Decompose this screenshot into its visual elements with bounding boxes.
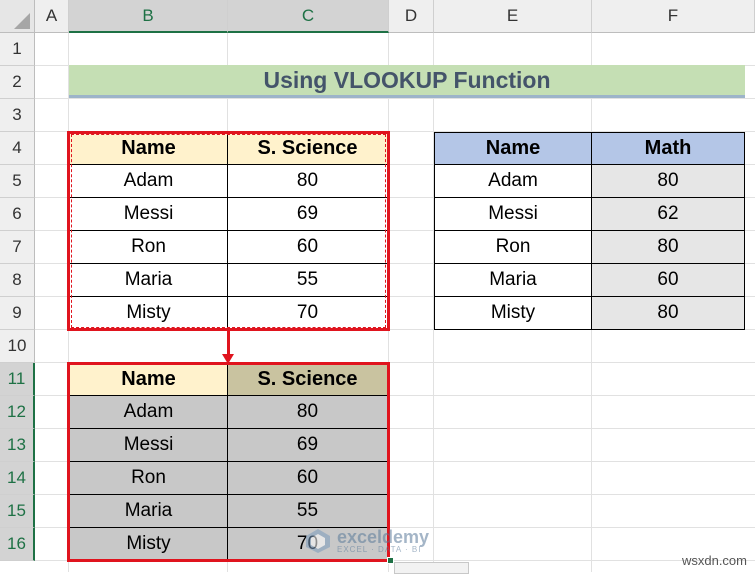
row-header-6[interactable]: 6 [0,198,35,231]
row-header-4[interactable]: 4 [0,132,35,165]
row-header-2[interactable]: 2 [0,66,35,99]
watermark: exceldemy EXCEL · DATA · BI [305,525,465,557]
table2-cell-math[interactable]: 60 [592,264,745,297]
column-header-f[interactable]: F [592,0,755,33]
table1-highlight-box [67,131,390,331]
row-header-9[interactable]: 9 [0,297,35,330]
table2-header-math[interactable]: Math [592,132,745,165]
table2-cell-name[interactable]: Messi [434,198,592,231]
exceldemy-logo-icon [306,529,330,553]
table2-cell-name[interactable]: Maria [434,264,592,297]
column-header-e[interactable]: E [434,0,592,33]
row-header-12[interactable]: 12 [0,396,35,429]
row-header-16[interactable]: 16 [0,528,35,561]
row-header-11[interactable]: 11 [0,363,35,396]
table2-cell-math[interactable]: 80 [592,297,745,330]
row-header-3[interactable]: 3 [0,99,35,132]
row-header-10[interactable]: 10 [0,330,35,363]
column-header-c[interactable]: C [228,0,389,33]
table2-cell-math[interactable]: 62 [592,198,745,231]
select-all-triangle-icon [14,13,30,29]
row-header-13[interactable]: 13 [0,429,35,462]
row-header-14[interactable]: 14 [0,462,35,495]
row-header-8[interactable]: 8 [0,264,35,297]
row-header-5[interactable]: 5 [0,165,35,198]
watermark-text: exceldemy EXCEL · DATA · BI [337,526,430,554]
row-header-7[interactable]: 7 [0,231,35,264]
column-header-d[interactable]: D [389,0,434,33]
site-label: wsxdn.com [681,553,747,568]
table2-header-name[interactable]: Name [434,132,592,165]
table2-cell-math[interactable]: 80 [592,231,745,264]
arrow-connector [227,330,230,356]
table2-cell-math[interactable]: 80 [592,165,745,198]
gridline [35,98,755,99]
quick-analysis-button[interactable] [394,562,469,574]
fill-handle[interactable] [387,557,394,564]
watermark-name: exceldemy [337,526,430,547]
table2-cell-name[interactable]: Ron [434,231,592,264]
row-header-15[interactable]: 15 [0,495,35,528]
row-header-1[interactable]: 1 [0,33,35,66]
table2-cell-name[interactable]: Misty [434,297,592,330]
column-header-b[interactable]: B [69,0,228,33]
table2-cell-name[interactable]: Adam [434,165,592,198]
column-header-a[interactable]: A [35,0,69,33]
sheet-title[interactable]: Using VLOOKUP Function [69,65,745,98]
watermark-tagline: EXCEL · DATA · BI [337,544,422,554]
